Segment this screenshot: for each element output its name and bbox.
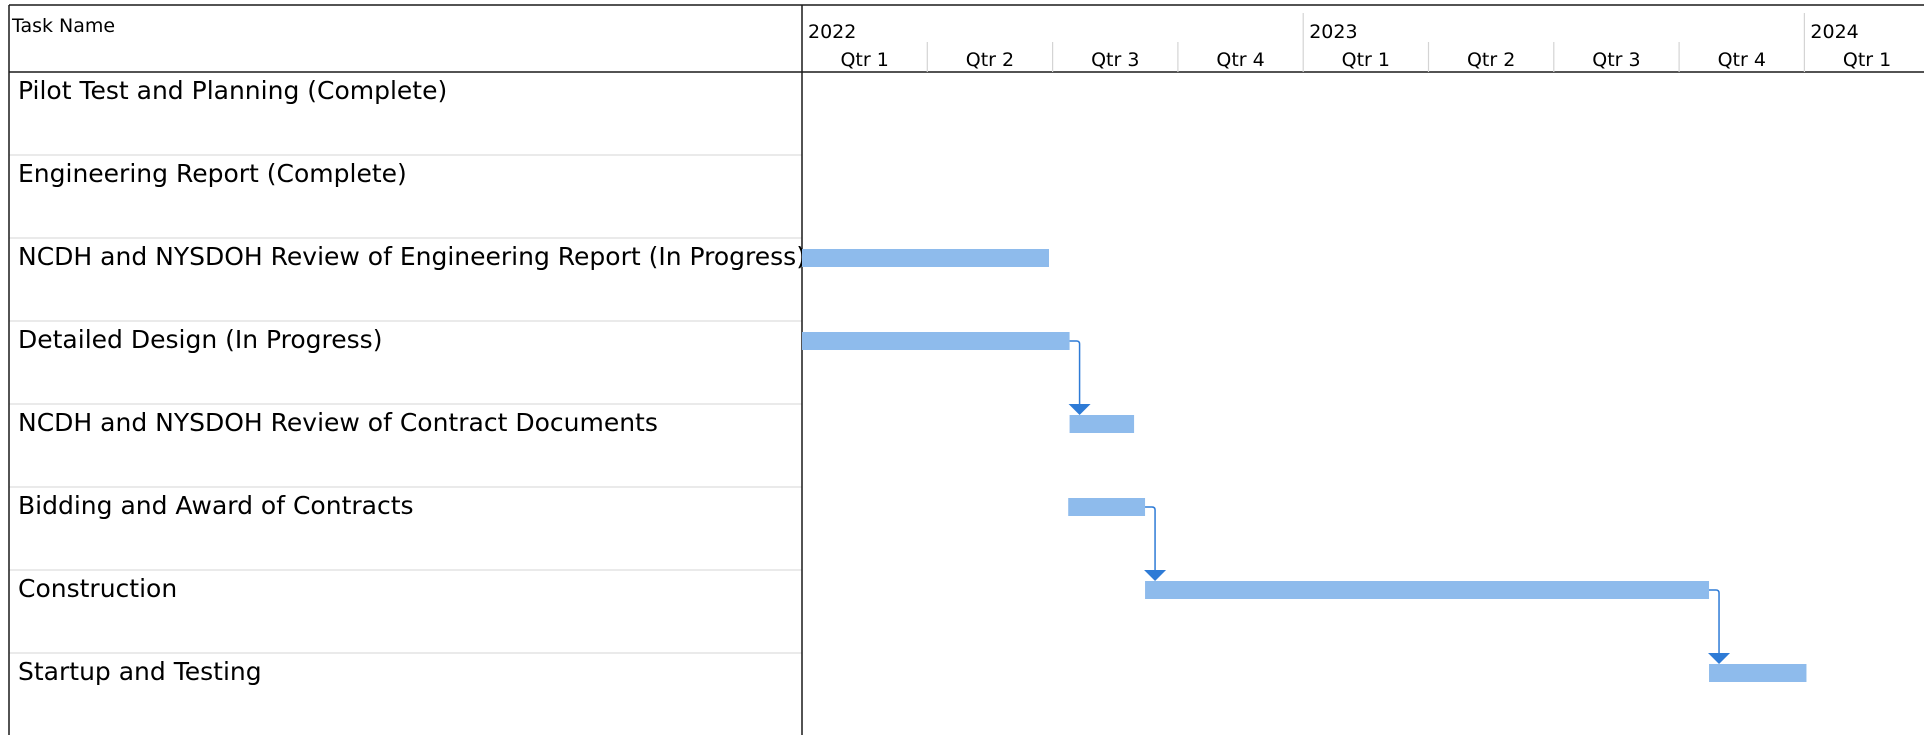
task-name: NCDH and NYSDOH Review of Contract Docum… bbox=[18, 408, 658, 437]
task-name: Detailed Design (In Progress) bbox=[18, 325, 382, 354]
task-bar bbox=[1068, 498, 1146, 516]
task-bar bbox=[1709, 664, 1807, 682]
quarter-label: Qtr 4 bbox=[1216, 49, 1264, 71]
quarter-label: Qtr 2 bbox=[966, 49, 1014, 71]
quarter-label: Qtr 2 bbox=[1467, 49, 1515, 71]
gantt-chart: Task Name 2022 2023 2024 Qtr 1 Qtr 2 Qtr 3 Qtr … bbox=[0, 0, 1929, 735]
quarter-label: Qtr 1 bbox=[1342, 49, 1390, 71]
gantt-svg: Task Name 2022 2023 2024 Qtr 1 Qtr 2 Qtr 3 Qtr … bbox=[0, 0, 1929, 735]
task-name: Pilot Test and Planning (Complete) bbox=[18, 76, 447, 105]
task-name: Engineering Report (Complete) bbox=[18, 159, 407, 188]
task-name: Construction bbox=[18, 574, 177, 603]
task-name-header: Task Name bbox=[11, 15, 115, 37]
quarter-label: Qtr 1 bbox=[1843, 49, 1891, 71]
task-name: NCDH and NYSDOH Review of Engineering Re… bbox=[18, 242, 806, 271]
year-label: 2022 bbox=[808, 21, 856, 43]
quarter-label: Qtr 1 bbox=[840, 49, 888, 71]
task-bar bbox=[802, 249, 1049, 267]
quarter-label: Qtr 3 bbox=[1592, 49, 1640, 71]
task-bar bbox=[1145, 581, 1710, 599]
background bbox=[0, 0, 1929, 735]
year-label: 2024 bbox=[1810, 21, 1858, 43]
task-bar bbox=[1069, 415, 1135, 433]
task-name: Bidding and Award of Contracts bbox=[18, 491, 414, 520]
task-name: Startup and Testing bbox=[18, 657, 262, 686]
quarter-label: Qtr 3 bbox=[1091, 49, 1139, 71]
task-bar bbox=[802, 332, 1070, 350]
year-label: 2023 bbox=[1309, 21, 1357, 43]
quarter-label: Qtr 4 bbox=[1718, 49, 1766, 71]
